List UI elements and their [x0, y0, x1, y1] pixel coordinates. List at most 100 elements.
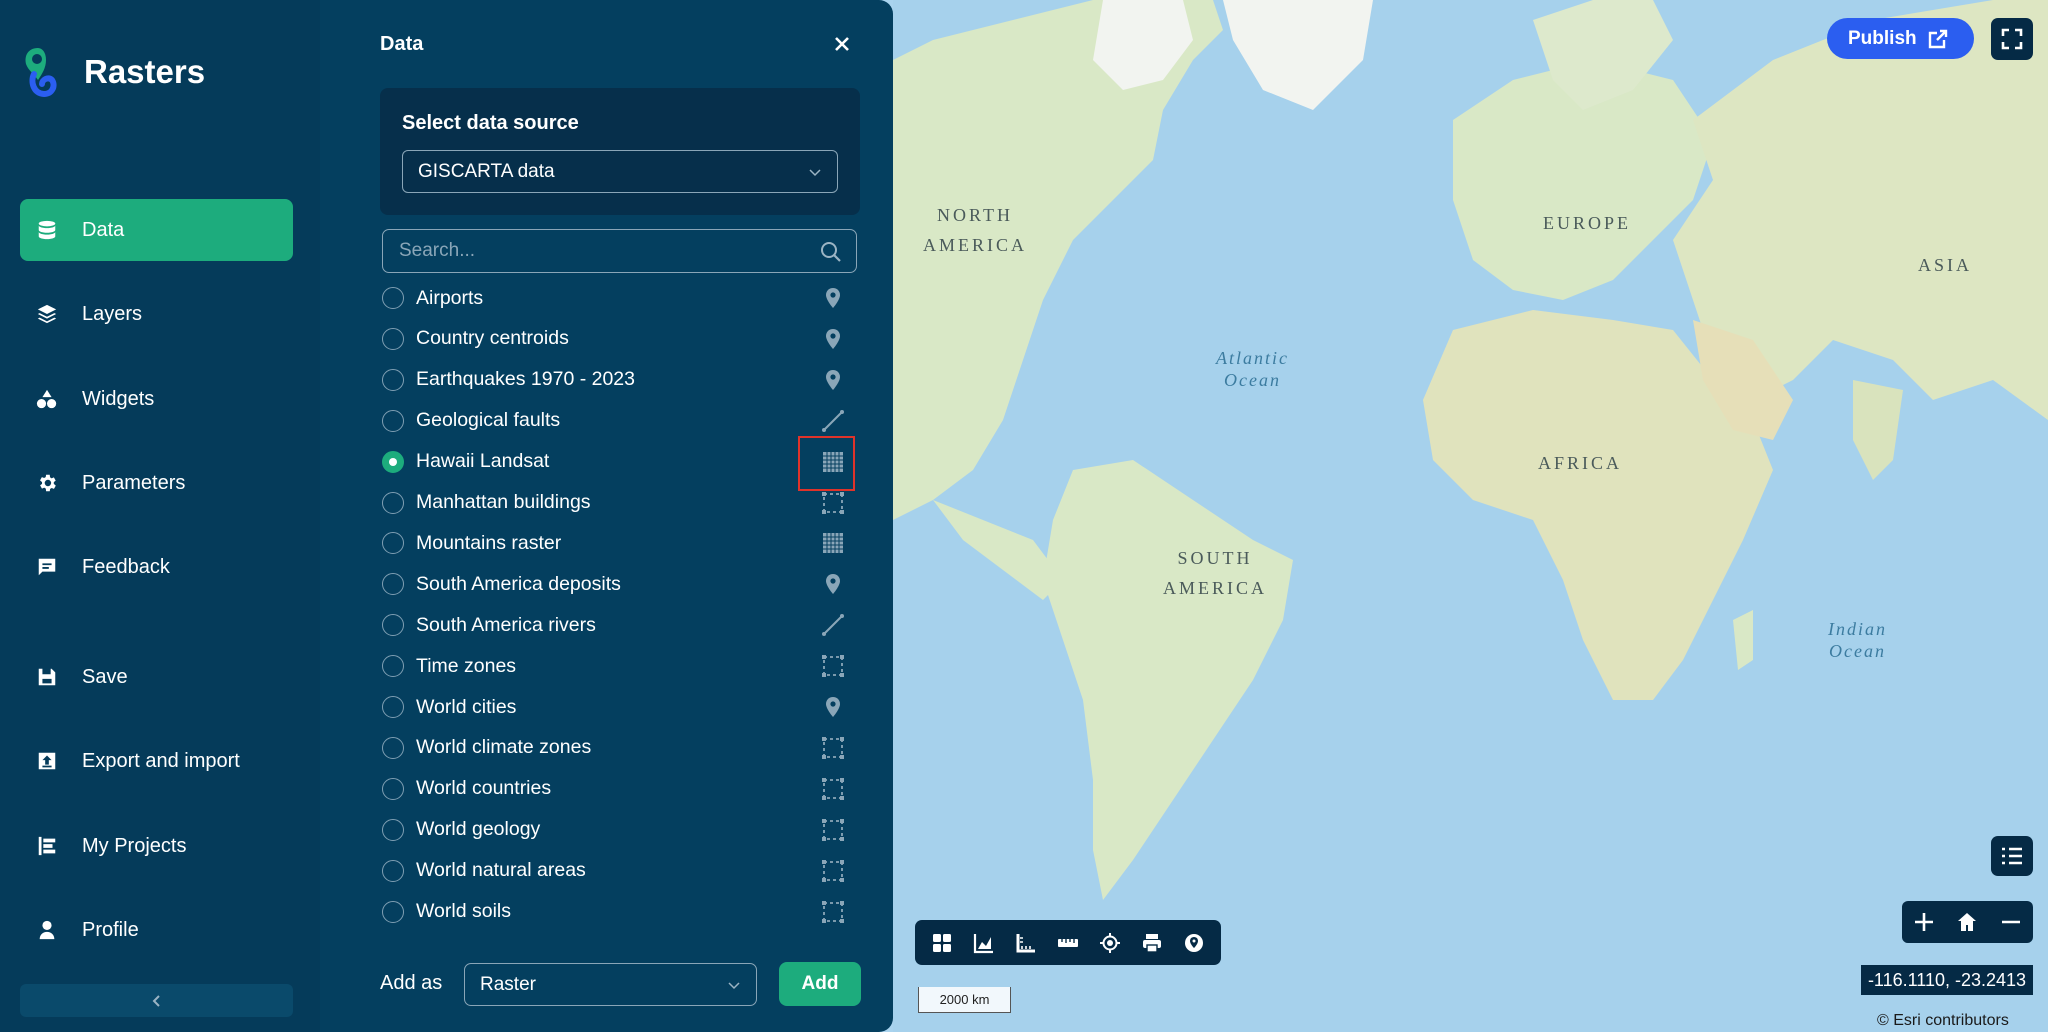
- dataset-name: Airports: [416, 286, 484, 309]
- logo-icon: [25, 48, 57, 98]
- data-source-select[interactable]: GISCARTA data: [402, 150, 838, 193]
- dataset-radio[interactable]: [382, 450, 404, 473]
- dataset-row[interactable]: South America deposits: [382, 566, 857, 602]
- dataset-row[interactable]: Mountains raster: [382, 525, 857, 561]
- dataset-radio[interactable]: [382, 696, 404, 718]
- add-as-value: Raster: [480, 973, 536, 995]
- data-panel: Data Select data source GISCARTA data Ai…: [320, 0, 893, 1032]
- dataset-radio[interactable]: [382, 777, 404, 800]
- sidebar: Rasters Data Layers Widgets Parameters F…: [0, 0, 320, 1032]
- dataset-row[interactable]: Hawaii Landsat: [382, 444, 857, 480]
- close-panel-button[interactable]: [830, 32, 854, 56]
- dashboard-icon[interactable]: [929, 930, 955, 956]
- fullscreen-button[interactable]: [1991, 18, 2033, 60]
- add-button[interactable]: Add: [779, 962, 861, 1006]
- sidebar-item-feedback[interactable]: Feedback: [20, 536, 293, 598]
- feedback-icon: [36, 556, 58, 578]
- dataset-radio[interactable]: [382, 573, 404, 596]
- dataset-name: Country centroids: [416, 327, 569, 350]
- sidebar-item-save[interactable]: Save: [20, 646, 293, 708]
- search-icon[interactable]: [820, 241, 842, 263]
- polygon-icon: [819, 857, 847, 885]
- label-asia: ASIA: [1918, 255, 1973, 275]
- add-as-label: Add as: [380, 972, 443, 994]
- data-source-section: Select data source GISCARTA data: [380, 88, 860, 215]
- dataset-row[interactable]: Time zones: [382, 648, 857, 684]
- dataset-row[interactable]: Earthquakes 1970 - 2023: [382, 362, 857, 398]
- sidebar-item-label: Widgets: [82, 387, 155, 410]
- legend-button[interactable]: [1991, 836, 2033, 876]
- dataset-radio[interactable]: [382, 655, 404, 678]
- dataset-row[interactable]: World soils: [382, 894, 857, 930]
- locate-icon[interactable]: [1097, 930, 1123, 956]
- dataset-row[interactable]: Geological faults: [382, 403, 857, 439]
- collapse-sidebar-button[interactable]: [20, 984, 293, 1017]
- dataset-radio[interactable]: [382, 900, 404, 923]
- dataset-name: World geology: [416, 818, 541, 841]
- dataset-row[interactable]: World natural areas: [382, 853, 857, 889]
- dataset-radio[interactable]: [382, 287, 404, 309]
- add-as-select[interactable]: Raster: [464, 963, 757, 1006]
- dataset-row[interactable]: World countries: [382, 771, 857, 807]
- dataset-row[interactable]: World geology: [382, 812, 857, 848]
- sidebar-item-layers[interactable]: Layers: [20, 283, 293, 345]
- zoom-in-icon[interactable]: [1913, 911, 1935, 933]
- dataset-row[interactable]: World cities: [382, 689, 857, 725]
- dataset-radio[interactable]: [382, 491, 404, 514]
- line-icon: [819, 611, 847, 639]
- map-toolbar: [915, 920, 1221, 965]
- app-name: Rasters: [84, 53, 206, 90]
- dataset-radio[interactable]: [382, 327, 404, 350]
- sidebar-item-profile[interactable]: Profile: [20, 899, 293, 961]
- zoom-out-icon[interactable]: [2000, 911, 2022, 933]
- gear-icon: [36, 472, 58, 494]
- dataset-name: World climate zones: [416, 736, 592, 759]
- measure-area-icon[interactable]: [1013, 930, 1039, 956]
- dataset-row[interactable]: Airports: [382, 280, 857, 316]
- map-attribution: © Esri contributors: [1877, 1012, 2009, 1029]
- list-icon: [2002, 847, 2022, 865]
- map-view[interactable]: NORTH AMERICA SOUTH AMERICA EUROPE AFRICA …: [893, 0, 2048, 1032]
- dataset-radio[interactable]: [382, 532, 404, 555]
- dataset-name: World soils: [416, 900, 511, 922]
- search-input[interactable]: [383, 230, 856, 272]
- ruler-icon[interactable]: [1055, 930, 1081, 956]
- data-source-label: Select data source: [402, 112, 579, 134]
- dataset-row[interactable]: World climate zones: [382, 730, 857, 766]
- map-pin-icon: [819, 325, 847, 353]
- save-icon: [36, 666, 58, 688]
- sidebar-item-parameters[interactable]: Parameters: [20, 452, 293, 514]
- sidebar-item-data[interactable]: Data: [20, 199, 293, 261]
- dataset-name: Earthquakes 1970 - 2023: [416, 368, 635, 391]
- dataset-radio[interactable]: [382, 614, 404, 637]
- chart-icon[interactable]: [971, 930, 997, 956]
- location-pin-icon[interactable]: [1181, 930, 1207, 956]
- basemap: [893, 0, 2048, 1032]
- home-icon[interactable]: [1956, 911, 1978, 933]
- sidebar-item-my-projects[interactable]: My Projects: [20, 815, 293, 877]
- scale-bar: 2000 km: [918, 987, 1011, 1013]
- fullscreen-icon: [2001, 28, 2023, 50]
- print-icon[interactable]: [1139, 930, 1165, 956]
- publish-button[interactable]: Publish: [1827, 18, 1974, 59]
- sidebar-item-label: My Projects: [82, 834, 187, 857]
- dataset-radio[interactable]: [382, 409, 404, 432]
- dataset-row[interactable]: South America rivers: [382, 607, 857, 643]
- dataset-radio[interactable]: [382, 818, 404, 841]
- dataset-name: Geological faults: [416, 409, 561, 432]
- widgets-icon: [36, 388, 58, 410]
- dataset-radio[interactable]: [382, 736, 404, 759]
- sidebar-item-export-import[interactable]: Export and import: [20, 730, 293, 792]
- dataset-radio[interactable]: [382, 368, 404, 391]
- polygon-icon: [819, 775, 847, 803]
- dataset-name: Mountains raster: [416, 531, 562, 554]
- dataset-radio[interactable]: [382, 859, 404, 882]
- dataset-row[interactable]: Country centroids: [382, 321, 857, 357]
- dataset-row[interactable]: Manhattan buildings: [382, 485, 857, 521]
- dataset-name: World cities: [416, 695, 517, 718]
- sidebar-item-widgets[interactable]: Widgets: [20, 368, 293, 430]
- sidebar-item-label: Parameters: [82, 471, 186, 494]
- sidebar-item-label: Save: [82, 665, 128, 688]
- map-pin-icon: [819, 693, 847, 721]
- layers-icon: [36, 303, 58, 325]
